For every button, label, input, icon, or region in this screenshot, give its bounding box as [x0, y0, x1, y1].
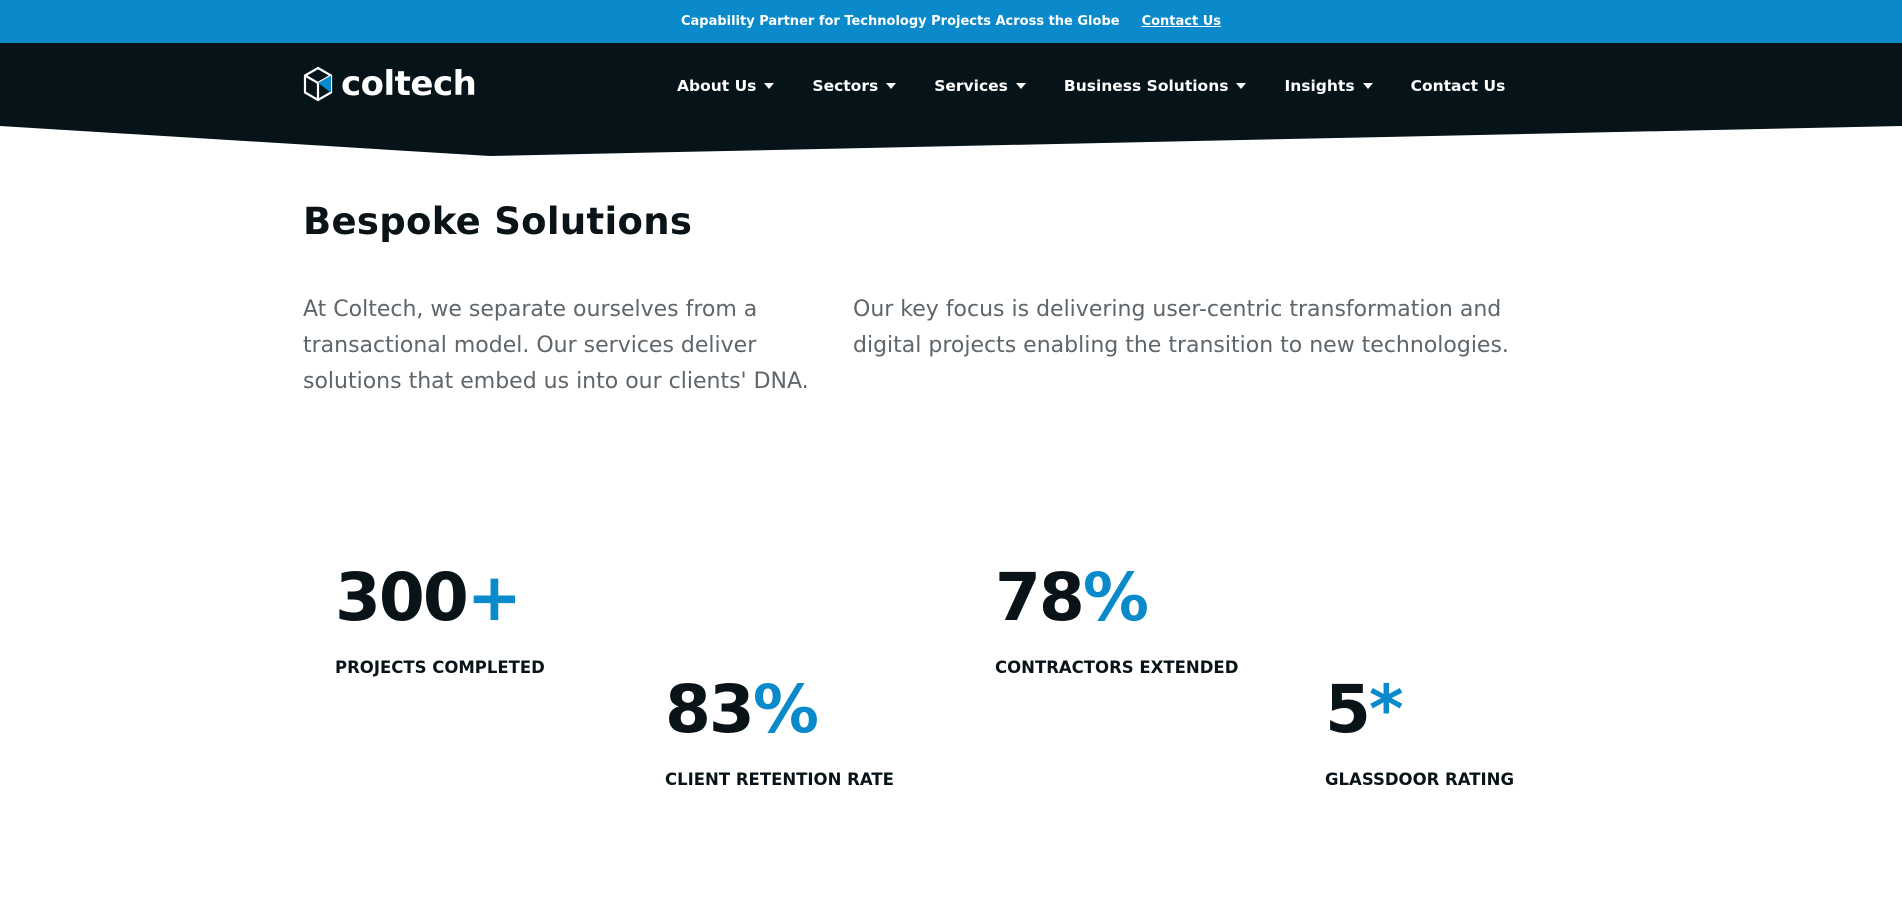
stat-contractors-extended: 78% CONTRACTORS EXTENDED [995, 562, 1239, 678]
nav-item-label: About Us [677, 77, 757, 95]
stat-number: 300 [335, 559, 469, 636]
stat-projects-completed: 300+ PROJECTS COMPLETED [335, 562, 545, 678]
nav-item-label: Services [934, 77, 1008, 95]
nav-menu: About Us Sectors Services Business Solut… [677, 73, 1505, 99]
nav-item-insights[interactable]: Insights [1284, 77, 1373, 95]
stat-value: 78% [995, 562, 1238, 634]
stat-value: 83% [665, 674, 894, 746]
nav-item-contact-us[interactable]: Contact Us [1411, 77, 1506, 95]
caret-down-icon [764, 83, 775, 89]
main-navigation: coltech About Us Sectors Services Busine… [0, 43, 1902, 157]
stat-suffix: % [752, 671, 819, 748]
stat-client-retention-rate: 83% CLIENT RETENTION RATE [665, 674, 894, 790]
intro-paragraph-right: Our key focus is delivering user-centric… [853, 297, 1509, 358]
stat-suffix: * [1368, 671, 1403, 748]
stat-label: PROJECTS COMPLETED [335, 658, 545, 677]
stat-glassdoor-rating: 5* GLASSDOOR RATING [1325, 674, 1514, 790]
nav-item-business-solutions[interactable]: Business Solutions [1064, 77, 1247, 95]
nav-background [0, 43, 1902, 156]
stat-value: 300+ [335, 562, 545, 634]
intro-paragraph-left: At Coltech, we separate ourselves from a… [303, 297, 809, 394]
stat-value: 5* [1325, 674, 1514, 746]
nav-item-label: Insights [1284, 77, 1355, 95]
cube-logo-icon [303, 66, 333, 102]
stat-label: CLIENT RETENTION RATE [665, 770, 894, 789]
nav-item-label: Sectors [812, 77, 879, 95]
section-title: Bespoke Solutions [303, 200, 693, 243]
stat-label: GLASSDOOR RATING [1325, 770, 1514, 789]
announcement-text: Capability Partner for Technology Projec… [680, 14, 1120, 29]
brand-name: coltech [341, 64, 477, 104]
nav-item-sectors[interactable]: Sectors [812, 77, 897, 95]
logo[interactable]: coltech [303, 64, 477, 104]
stat-suffix: % [1082, 559, 1149, 636]
nav-item-about-us[interactable]: About Us [677, 77, 775, 95]
caret-down-icon [1236, 83, 1247, 89]
nav-item-label: Business Solutions [1063, 77, 1229, 95]
stat-number: 78 [995, 559, 1085, 636]
caret-down-icon [1015, 83, 1026, 89]
nav-item-services[interactable]: Services [934, 77, 1026, 95]
caret-down-icon [886, 83, 897, 89]
stat-number: 5 [1325, 671, 1371, 748]
announcement-contact-link[interactable]: Contact Us [1142, 14, 1221, 29]
stat-number: 83 [665, 671, 755, 748]
caret-down-icon [1362, 83, 1373, 89]
stat-label: CONTRACTORS EXTENDED [995, 658, 1239, 677]
announcement-bar: Capability Partner for Technology Projec… [0, 0, 1902, 43]
stat-suffix: + [466, 559, 522, 636]
nav-item-label: Contact Us [1410, 77, 1506, 95]
